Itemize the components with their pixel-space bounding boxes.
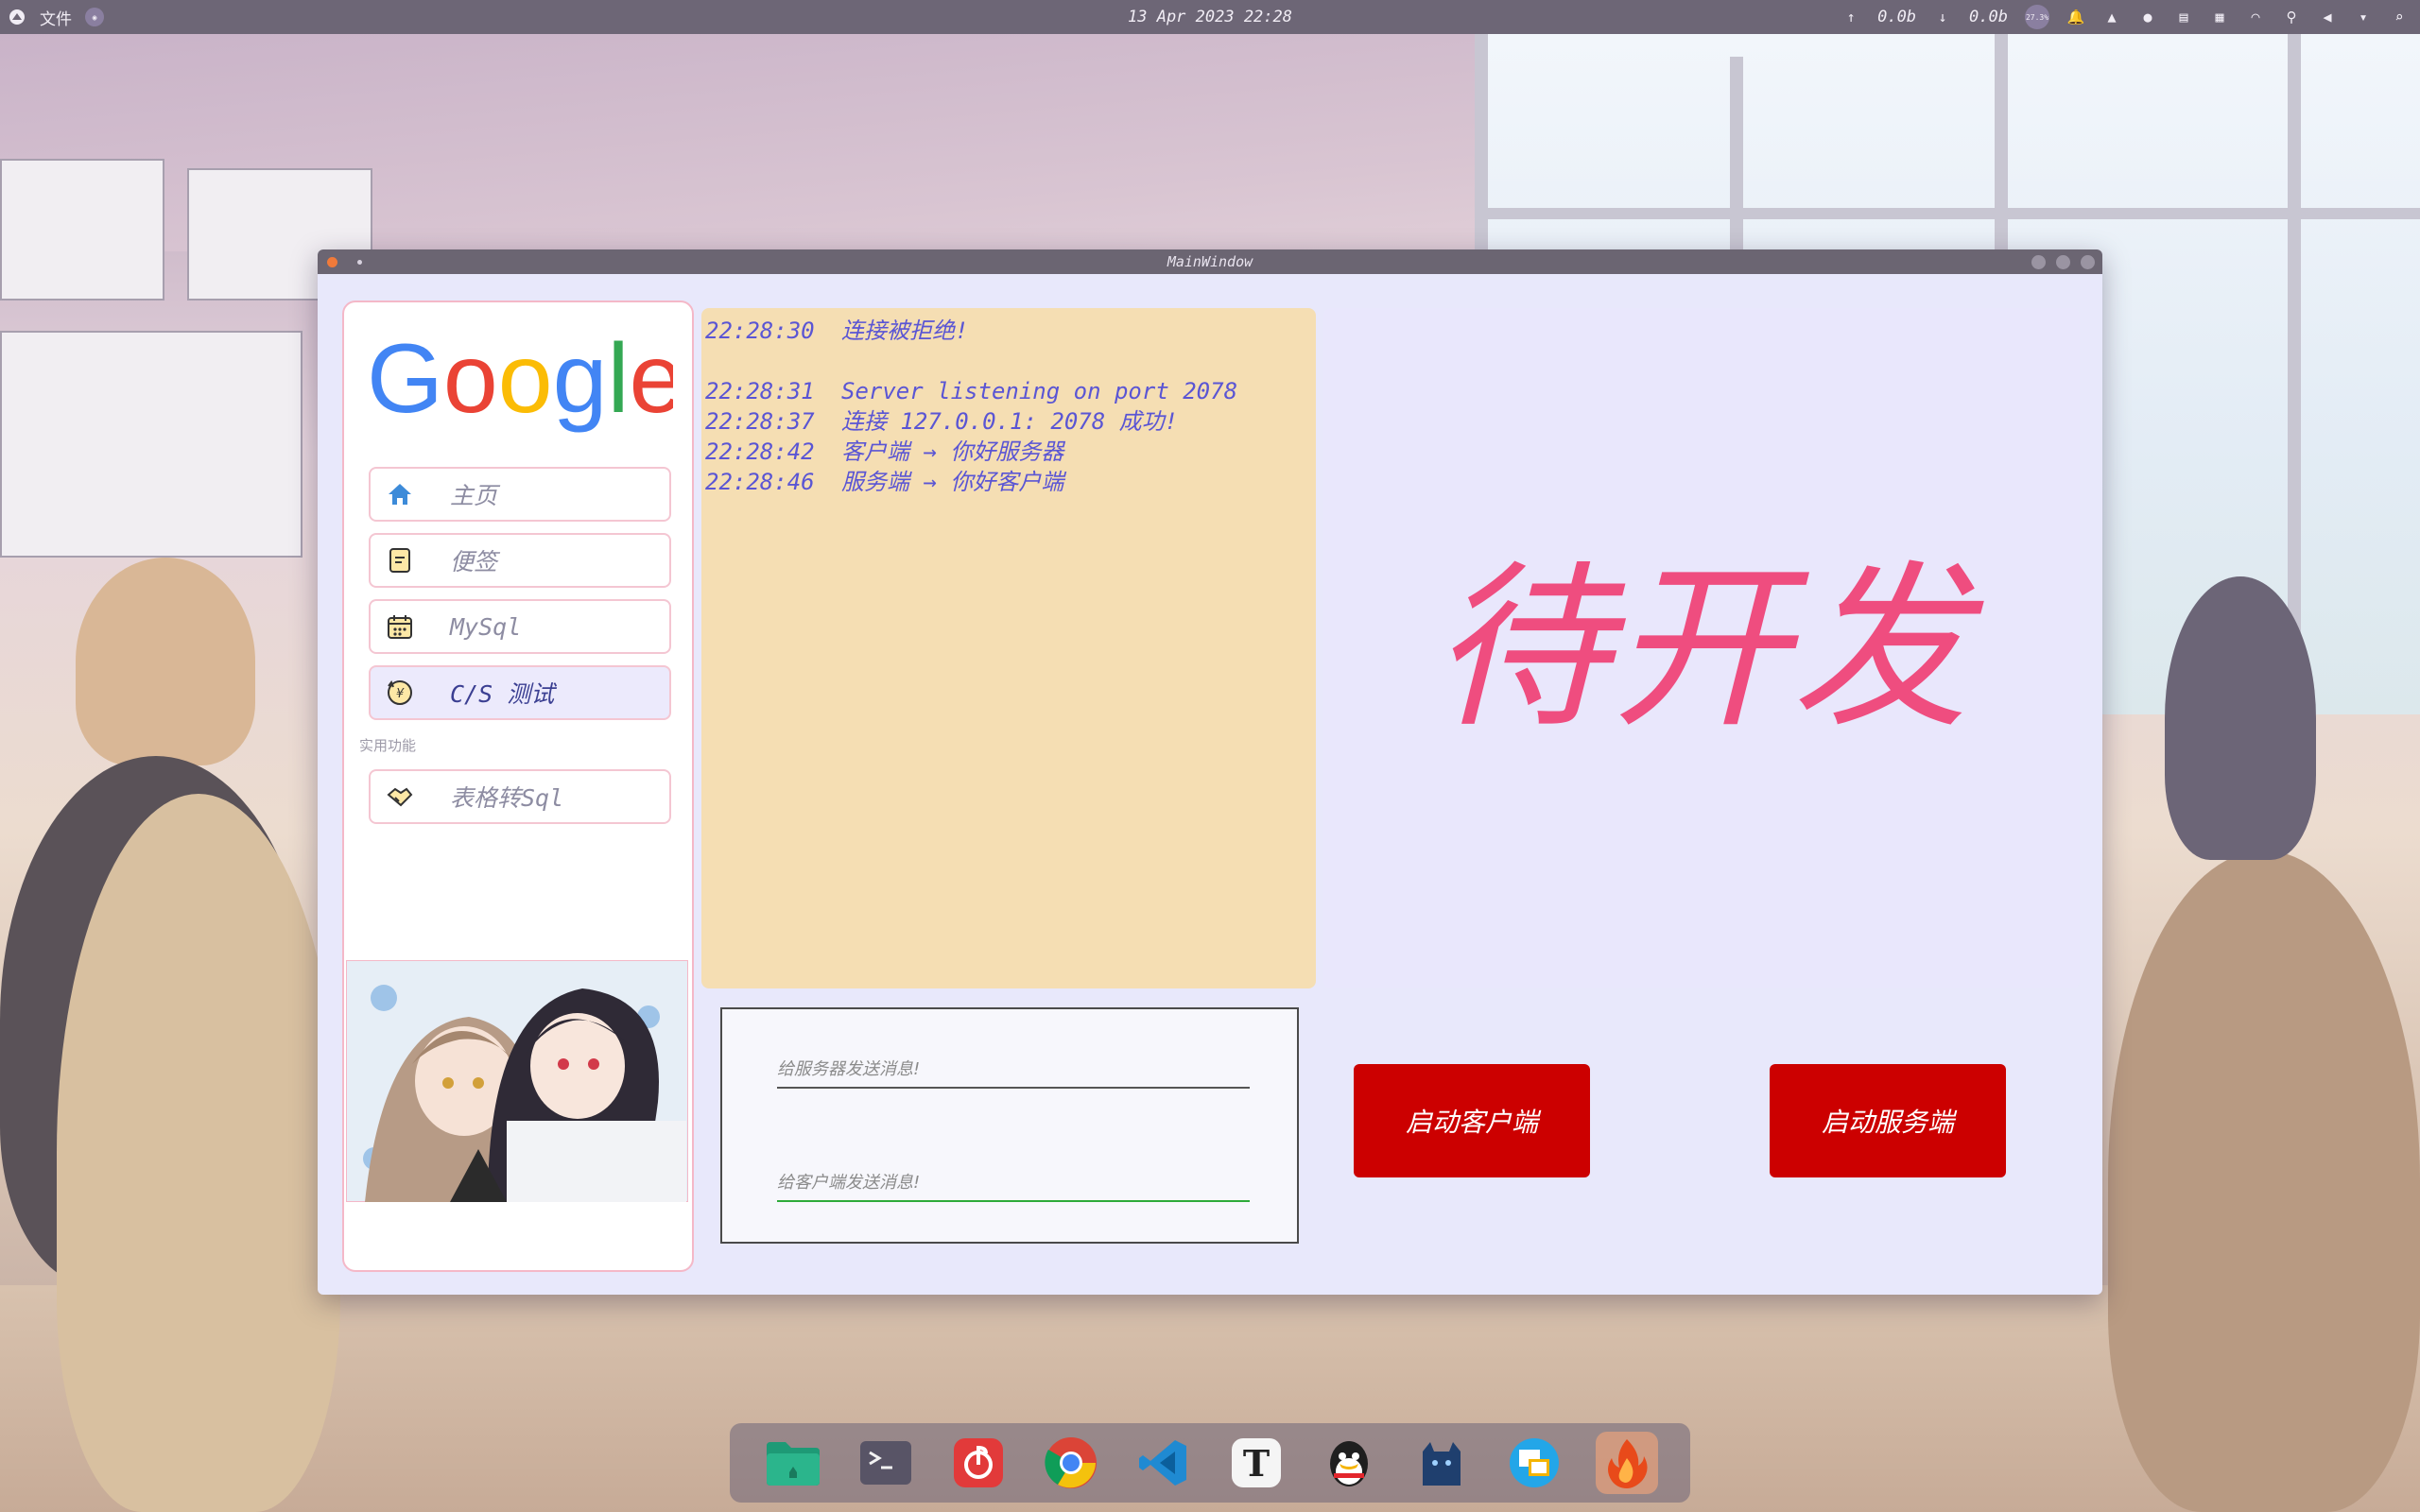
under-development-text: 待开发 [1432,545,1971,752]
download-speed: 0.0b [1969,8,2008,26]
google-logo: Google [367,324,683,435]
user-avatar-icon[interactable]: ◉ [85,8,104,26]
top-panel: 文件 ◉ 13 Apr 2023 22:28 ↑ 0.0b ↓ 0.0b 27.… [0,0,2420,34]
wallpaper-figure [57,794,340,1512]
wallpaper-sketch [0,159,164,301]
nav-cs-test-label: C/S 测试 [450,680,555,708]
chevron-down-icon[interactable]: ▾ [2354,8,2373,26]
wifi-icon[interactable]: ◠ [2246,8,2265,26]
grid-icon[interactable]: ▦ [2210,8,2229,26]
top-panel-left: 文件 ◉ [8,0,104,34]
cat-icon[interactable]: ▲ [2102,8,2121,26]
start-client-button[interactable]: 启动客户端 [1354,1064,1590,1177]
clipboard-icon[interactable]: ▤ [2174,8,2193,26]
log-text: 客户端 → 你好服务器 [841,438,1064,465]
wallpaper-figure [2108,850,2420,1512]
terminal-icon[interactable] [855,1432,917,1494]
cat-app-icon[interactable] [1410,1432,1473,1494]
nav-notes-button[interactable]: 便签 [369,533,671,588]
log-line: 22:28:42 客户端 → 你好服务器 [705,437,1312,467]
log-line: 22:28:30 连接被拒绝! [705,316,1312,346]
log-line: 22:28:37 连接 127.0.0.1: 2078 成功! [705,406,1312,437]
window-title: MainWindow [1167,253,1253,270]
minimize-button[interactable] [2031,255,2046,269]
volume-icon[interactable]: ◀ [2318,8,2337,26]
nav-mysql-button[interactable]: MySql [369,599,671,654]
server-message-input[interactable] [777,1051,1250,1089]
bell-icon[interactable]: 🔔 [2066,8,2085,26]
maximize-button[interactable] [2056,255,2070,269]
close-button[interactable] [2081,255,2095,269]
anime-illustration [345,959,689,1203]
wallpaper-figure [76,558,255,765]
wallpaper-mullion [1475,208,2420,219]
yen-refresh-icon: ¥ [384,677,416,709]
message-box [720,1007,1299,1244]
nav-table-to-sql-button[interactable]: 表格转Sql [369,769,671,824]
svg-text:¥: ¥ [396,687,405,701]
log-time: 22:28:46 [705,469,815,495]
handshake-icon [384,781,416,813]
window-titlebar[interactable]: MainWindow [318,249,2102,274]
nav-home-label: 主页 [450,482,498,509]
log-panel[interactable]: 22:28:30 连接被拒绝! 22:28:31 Server listening … [701,308,1316,988]
main-window: MainWindow Google 主页 便签 MySql ¥ C/S 测试 实… [318,249,2102,1295]
log-text: 连接被拒绝! [841,318,969,344]
download-arrow-icon: ↓ [1938,9,1947,26]
system-menu-icon[interactable] [8,8,26,26]
log-time: 22:28:42 [705,438,815,465]
log-line: 22:28:31 Server listening on port 2078 [705,376,1312,406]
wallpaper-sketch [0,331,302,558]
log-time: 22:28:31 [705,378,815,404]
upload-arrow-icon: ↑ [1846,9,1856,26]
folder-icon[interactable] [762,1432,824,1494]
home-icon [384,478,416,510]
client-message-input[interactable] [777,1164,1250,1202]
log-text: Server listening on port 2078 [841,378,1238,404]
chrome-icon[interactable] [1040,1432,1102,1494]
calendar-icon [384,610,416,643]
log-time: 22:28:30 [705,318,815,344]
log-text: 连接 127.0.0.1: 2078 成功! [841,408,1179,435]
fire-app-icon[interactable] [1596,1432,1658,1494]
search-icon[interactable]: ⌕ [2390,8,2409,26]
location-icon[interactable]: ⚲ [2282,8,2301,26]
svg-text:Google: Google [367,331,673,434]
log-time: 22:28:37 [705,408,815,435]
pin-dot-icon[interactable] [357,260,362,265]
start-server-button[interactable]: 启动服务端 [1770,1064,2006,1177]
nav-home-button[interactable]: 主页 [369,467,671,522]
under-development-panel: 待开发 [1323,308,2080,988]
netease-music-icon[interactable] [947,1432,1010,1494]
cpu-badge[interactable]: 27.3% [2025,5,2049,29]
nav-cs-test-button[interactable]: ¥ C/S 测试 [369,665,671,720]
vscode-icon[interactable] [1132,1432,1195,1494]
close-dot-icon[interactable] [327,257,337,267]
note-icon [384,544,416,576]
log-text: 服务端 → 你好客户端 [841,469,1064,495]
svg-text:T: T [1243,1442,1270,1485]
remote-desktop-icon[interactable] [1503,1432,1565,1494]
dock: T [730,1423,1690,1503]
activities-label[interactable]: 文件 [40,6,72,29]
top-panel-right: ↑ 0.0b ↓ 0.0b 27.3% 🔔 ▲ ● ▤ ▦ ◠ ⚲ ◀ ▾ ⌕ [1841,0,2409,34]
typora-icon[interactable]: T [1225,1432,1288,1494]
log-line: 22:28:46 服务端 → 你好客户端 [705,467,1312,497]
nav-mysql-label: MySql [450,612,522,641]
upload-speed: 0.0b [1877,8,1917,26]
wallpaper-figure [2165,576,2316,860]
section-label: 实用功能 [359,737,417,754]
nav-table-to-sql-label: 表格转Sql [450,784,564,812]
qq-tray-icon[interactable]: ● [2138,8,2157,26]
nav-notes-label: 便签 [450,548,498,576]
qq-icon[interactable] [1318,1432,1380,1494]
